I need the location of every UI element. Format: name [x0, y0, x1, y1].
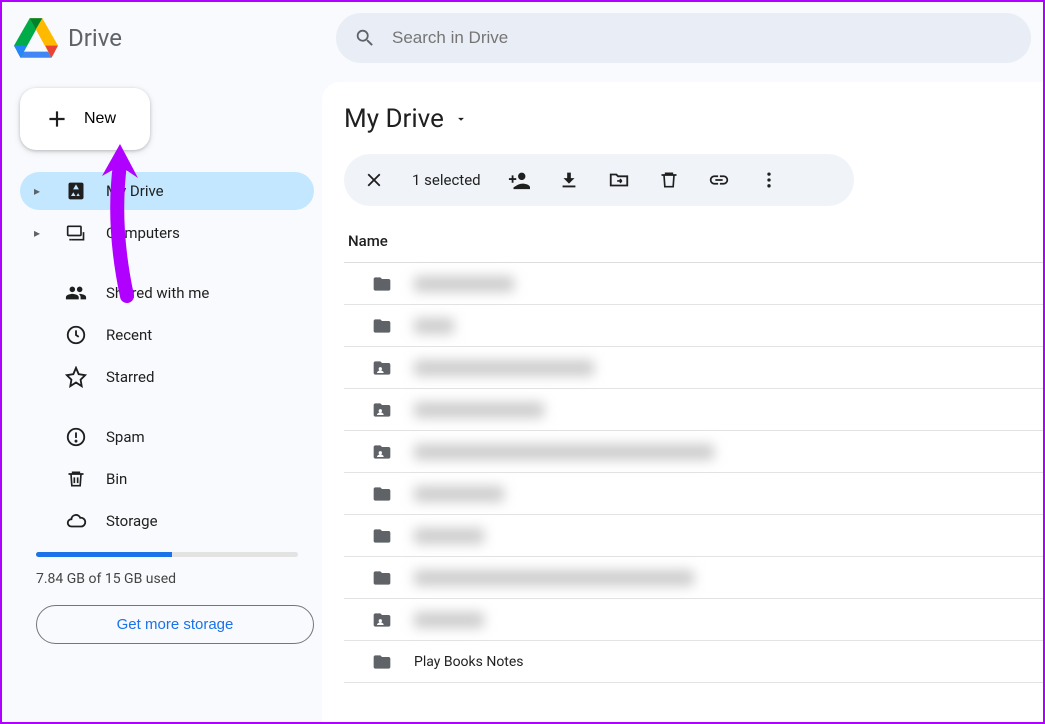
shared-folder-icon: [372, 400, 394, 420]
folder-icon: [372, 484, 394, 504]
file-row[interactable]: [344, 263, 1043, 305]
location-label: My Drive: [344, 104, 444, 134]
file-list: Play Books Notes: [344, 262, 1043, 683]
sidebar-item-spam[interactable]: Spam: [20, 418, 314, 456]
file-name: [414, 444, 714, 460]
sidebar-item-label: Bin: [106, 470, 127, 488]
brand[interactable]: Drive: [14, 16, 324, 60]
column-header-name[interactable]: Name: [344, 224, 1043, 262]
sidebar-item-label: Shared with me: [106, 284, 209, 302]
file-row[interactable]: [344, 599, 1043, 641]
file-name: [414, 570, 694, 586]
chevron-right-icon: ▸: [34, 184, 46, 198]
folder-icon: [372, 652, 394, 672]
selection-toolbar: 1 selected: [344, 154, 854, 206]
drive-logo-icon: [14, 16, 58, 60]
storage-progress: [36, 552, 298, 557]
chevron-down-icon: [454, 112, 468, 126]
sidebar-item-starred[interactable]: Starred: [20, 358, 314, 396]
close-selection-button[interactable]: [362, 168, 386, 192]
file-name: [414, 318, 454, 334]
file-row[interactable]: Play Books Notes: [344, 641, 1043, 683]
cloud-icon: [64, 509, 88, 533]
sidebar-item-label: Spam: [106, 428, 145, 446]
search-icon: [354, 27, 376, 49]
shared-folder-icon: [372, 610, 394, 630]
file-row[interactable]: [344, 347, 1043, 389]
sidebar-item-label: Starred: [106, 368, 154, 386]
people-icon: [64, 281, 88, 305]
new-button-label: New: [84, 110, 116, 128]
clock-icon: [64, 323, 88, 347]
sidebar-item-label: My Drive: [106, 182, 164, 200]
folder-icon: [372, 274, 394, 294]
selection-count: 1 selected: [412, 171, 481, 189]
link-button[interactable]: [707, 168, 731, 192]
get-more-storage-button[interactable]: Get more storage: [36, 605, 314, 644]
file-name: Play Books Notes: [414, 654, 524, 670]
sidebar-item-shared[interactable]: Shared with me: [20, 274, 314, 312]
sidebar-item-recent[interactable]: Recent: [20, 316, 314, 354]
location-breadcrumb[interactable]: My Drive: [344, 104, 1043, 134]
spam-icon: [64, 425, 88, 449]
file-name: [414, 402, 544, 418]
sidebar: New ▸ My Drive ▸ Computers Shared with m…: [2, 74, 322, 722]
search-input[interactable]: [392, 28, 1013, 48]
share-button[interactable]: [507, 168, 531, 192]
folder-icon: [372, 316, 394, 336]
sidebar-item-label: Computers: [106, 224, 180, 242]
star-icon: [64, 365, 88, 389]
file-name: [414, 486, 504, 502]
folder-icon: [372, 568, 394, 588]
topbar: Drive: [2, 2, 1043, 74]
plus-icon: [44, 106, 70, 132]
file-row[interactable]: [344, 431, 1043, 473]
sidebar-item-storage[interactable]: Storage: [20, 502, 314, 540]
file-row[interactable]: [344, 305, 1043, 347]
download-button[interactable]: [557, 168, 581, 192]
file-row[interactable]: [344, 515, 1043, 557]
file-name: [414, 276, 514, 292]
file-row[interactable]: [344, 473, 1043, 515]
file-name: [414, 528, 484, 544]
sidebar-item-computers[interactable]: ▸ Computers: [20, 214, 314, 252]
sidebar-item-bin[interactable]: Bin: [20, 460, 314, 498]
brand-name: Drive: [68, 24, 122, 52]
sidebar-item-my-drive[interactable]: ▸ My Drive: [20, 172, 314, 210]
sidebar-item-label: Storage: [106, 512, 158, 530]
file-name: [414, 360, 594, 376]
search-bar[interactable]: [336, 13, 1031, 63]
new-button[interactable]: New: [20, 88, 150, 150]
chevron-right-icon: ▸: [34, 226, 46, 240]
trash-icon: [64, 467, 88, 491]
file-row[interactable]: [344, 389, 1043, 431]
file-name: [414, 612, 484, 628]
computers-icon: [64, 221, 88, 245]
move-button[interactable]: [607, 168, 631, 192]
sidebar-item-label: Recent: [106, 326, 152, 344]
shared-folder-icon: [372, 358, 394, 378]
folder-icon: [372, 526, 394, 546]
file-row[interactable]: [344, 557, 1043, 599]
shared-folder-icon: [372, 442, 394, 462]
more-options-button[interactable]: [757, 168, 781, 192]
delete-button[interactable]: [657, 168, 681, 192]
content-area: My Drive 1 selected Name Play Books Note…: [322, 82, 1043, 722]
storage-text: 7.84 GB of 15 GB used: [36, 571, 314, 587]
drive-icon: [64, 179, 88, 203]
